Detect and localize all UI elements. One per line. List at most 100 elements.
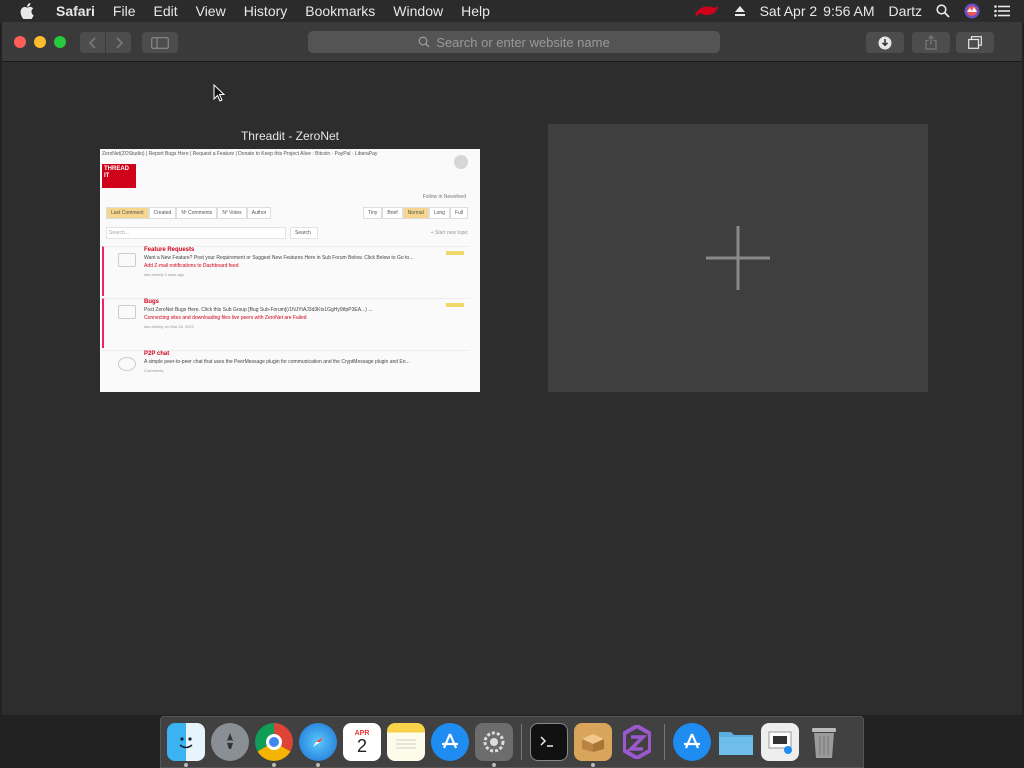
menu-bookmarks[interactable]: Bookmarks	[305, 3, 375, 19]
back-button[interactable]	[80, 32, 105, 53]
thumb-topic-meta: Comments	[144, 368, 164, 373]
menu-file[interactable]: File	[113, 3, 136, 19]
share-icon	[925, 35, 937, 50]
app-store-folder-icon[interactable]	[673, 723, 711, 761]
mouse-pointer-icon	[213, 83, 226, 107]
thumb-length-tab: Brief	[382, 207, 403, 219]
show-all-tabs-button[interactable]	[956, 32, 994, 53]
plus-icon	[706, 226, 770, 290]
running-indicator	[184, 763, 188, 767]
forward-button[interactable]	[106, 32, 131, 53]
close-window-button[interactable]	[14, 36, 26, 48]
menu-help[interactable]: Help	[461, 3, 490, 19]
sidebar-icon	[151, 36, 169, 49]
app-store-icon[interactable]	[431, 723, 469, 761]
thumb-topic-meta: last activity 2 days ago	[144, 272, 185, 277]
minimize-window-button[interactable]	[34, 36, 46, 48]
thumb-topic-body: Post ZeroNet Bugs Here. Click this Sub G…	[144, 307, 373, 313]
thumb-settings-icon	[454, 155, 468, 169]
thumb-topic-body: A simple peer-to-peer chat that uses the…	[144, 359, 410, 365]
thumb-topic-row: Bugs Post ZeroNet Bugs Here. Click this …	[102, 298, 470, 348]
preview-icon[interactable]	[761, 723, 799, 761]
thumb-topic-body: Want a New Feature? Post your Requiremen…	[144, 255, 414, 261]
thumb-logo: THREAD IT	[102, 164, 136, 188]
siri-icon[interactable]	[964, 3, 980, 19]
add-top-site-tile[interactable]	[548, 124, 928, 392]
address-bar[interactable]: Search or enter website name	[308, 31, 720, 53]
running-indicator	[316, 763, 320, 767]
dolphin-status-icon[interactable]	[694, 4, 720, 18]
thumb-length-tab: Long	[428, 207, 450, 219]
dock: APR 2	[160, 716, 864, 768]
top-sites-page: Threadit - ZeroNet ZeroNet(ZOStudio) | R…	[2, 62, 1022, 715]
thumb-top-links: ZeroNet(ZOStudio) | Report Bugs Here | R…	[102, 151, 378, 157]
menu-edit[interactable]: Edit	[153, 3, 177, 19]
system-preferences-icon[interactable]	[475, 723, 513, 767]
notes-icon[interactable]	[387, 723, 425, 761]
apple-menu-icon[interactable]	[20, 3, 38, 19]
terminal-icon[interactable]	[530, 723, 568, 761]
desktop: Safari File Edit View History Bookmarks …	[0, 0, 1024, 768]
thumb-sort-tab: Author	[246, 207, 272, 219]
tabs-overview-icon	[968, 36, 982, 49]
downloads-button[interactable]	[866, 32, 904, 53]
thumb-topic-badge	[446, 251, 464, 255]
thumb-topic-sub: Connecting sites and downloading files l…	[144, 315, 307, 321]
thumb-new-topic: + Start new topic	[430, 230, 468, 236]
search-icon	[418, 36, 430, 48]
spotlight-search-icon[interactable]	[936, 4, 950, 18]
chevron-right-icon	[115, 36, 123, 49]
address-bar-placeholder: Search or enter website name	[436, 34, 610, 50]
thumb-follow: Follow in Newsfeed	[422, 194, 466, 200]
comment-icon	[118, 305, 136, 319]
menu-view[interactable]: View	[196, 3, 226, 19]
notification-center-icon[interactable]	[994, 5, 1010, 17]
menu-bar: Safari File Edit View History Bookmarks …	[0, 0, 1024, 22]
installer-icon[interactable]	[574, 723, 612, 767]
folder-icon[interactable]	[717, 723, 755, 761]
thumb-search-button: Search	[290, 227, 318, 239]
sidebar-toggle-button[interactable]	[142, 32, 178, 53]
thumb-sort-tab: Created	[148, 207, 177, 219]
thumb-length-tab: Normal	[402, 207, 429, 219]
calendar-icon[interactable]: APR 2	[343, 723, 381, 761]
safari-window: Search or enter website name Threadit - …	[2, 22, 1022, 715]
running-indicator	[591, 763, 595, 767]
thumb-topic-title: Bugs	[144, 299, 159, 305]
thumb-topic-sub: Add Z-mail notifications to Dashboard fe…	[144, 263, 239, 269]
comment-icon	[118, 253, 136, 267]
top-site-thumbnail[interactable]: ZeroNet(ZOStudio) | Report Bugs Here | R…	[100, 149, 480, 392]
menu-app-name[interactable]: Safari	[56, 3, 95, 19]
share-button[interactable]	[912, 32, 950, 53]
finder-icon[interactable]	[167, 723, 205, 767]
thumb-sort-tab: Nº Comments	[176, 207, 218, 219]
calendar-day: 2	[356, 735, 367, 756]
menubar-user[interactable]: Dartz	[889, 3, 922, 19]
safari-toolbar: Search or enter website name	[2, 22, 1022, 62]
menubar-date[interactable]: Sat Apr 2	[760, 3, 818, 19]
thumb-topic-row: Feature Requests Want a New Feature? Pos…	[102, 246, 470, 296]
chrome-icon[interactable]	[255, 723, 293, 767]
download-icon	[878, 36, 892, 49]
thumb-search-field: Search...	[106, 227, 286, 239]
thumb-topic-title: P2P chat	[144, 351, 170, 357]
running-indicator	[272, 763, 276, 767]
menu-history[interactable]: History	[244, 3, 288, 19]
thumb-topic-title: Feature Requests	[144, 247, 195, 253]
trash-icon[interactable]	[805, 723, 843, 761]
menubar-time[interactable]: 9:56 AM	[823, 3, 874, 19]
menu-window[interactable]: Window	[393, 3, 443, 19]
top-site-title: Threadit - ZeroNet	[240, 129, 340, 143]
zoom-window-button[interactable]	[54, 36, 66, 48]
launchpad-icon[interactable]	[211, 723, 249, 761]
eject-icon[interactable]	[734, 5, 746, 17]
chevron-left-icon	[88, 36, 96, 49]
thumb-sort-tabs: Last Comment Created Nº Comments Nº Vote…	[106, 207, 272, 219]
thumb-topic-row: P2P chat A simple peer-to-peer chat that…	[102, 350, 470, 392]
running-indicator	[492, 763, 496, 767]
thumb-length-tab: Full	[449, 207, 468, 219]
dock-separator	[521, 724, 522, 760]
thumb-length-tab: Tiny	[363, 207, 383, 219]
safari-icon[interactable]	[299, 723, 337, 767]
zeronet-icon[interactable]	[618, 723, 656, 761]
